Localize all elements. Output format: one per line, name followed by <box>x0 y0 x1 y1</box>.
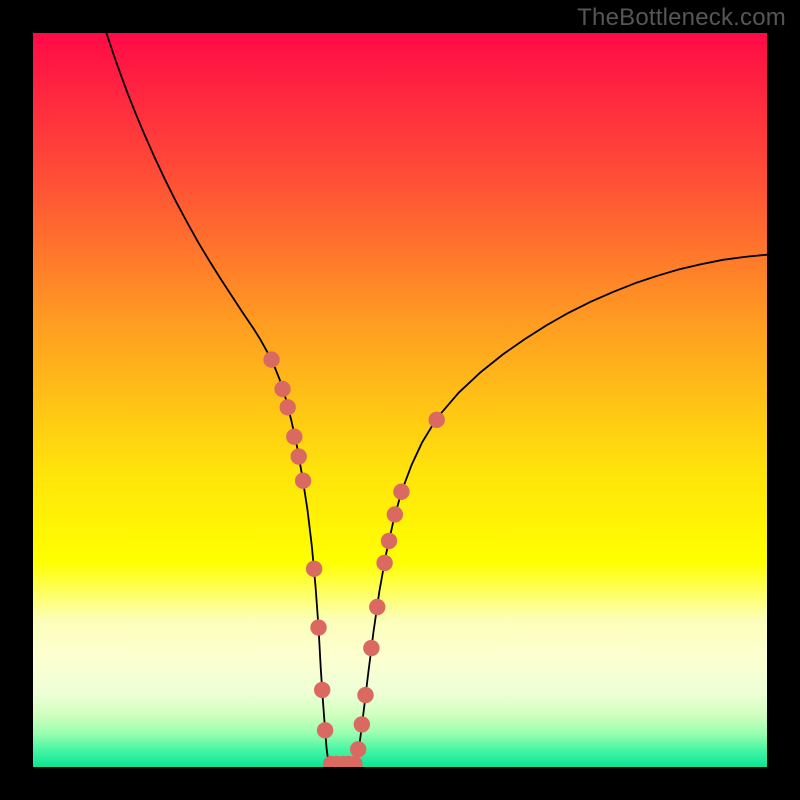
data-marker <box>280 399 296 415</box>
data-marker <box>263 351 279 367</box>
plot-area <box>33 33 767 767</box>
data-marker <box>274 381 290 397</box>
data-marker <box>376 555 392 571</box>
data-marker <box>387 506 403 522</box>
chart-svg <box>33 33 767 767</box>
watermark-text: TheBottleneck.com <box>577 4 786 32</box>
data-marker <box>291 448 307 464</box>
data-marker <box>363 640 379 656</box>
data-marker <box>317 722 333 738</box>
data-marker <box>429 412 445 428</box>
data-marker <box>369 599 385 615</box>
data-marker <box>350 741 366 757</box>
data-marker <box>310 619 326 635</box>
data-marker <box>286 429 302 445</box>
data-marker <box>354 716 370 732</box>
data-marker <box>306 561 322 577</box>
gradient-background <box>33 33 767 767</box>
chart-container: TheBottleneck.com <box>0 0 800 800</box>
data-marker <box>295 473 311 489</box>
data-marker <box>381 533 397 549</box>
data-marker <box>393 484 409 500</box>
data-marker <box>314 682 330 698</box>
data-marker <box>357 687 373 703</box>
